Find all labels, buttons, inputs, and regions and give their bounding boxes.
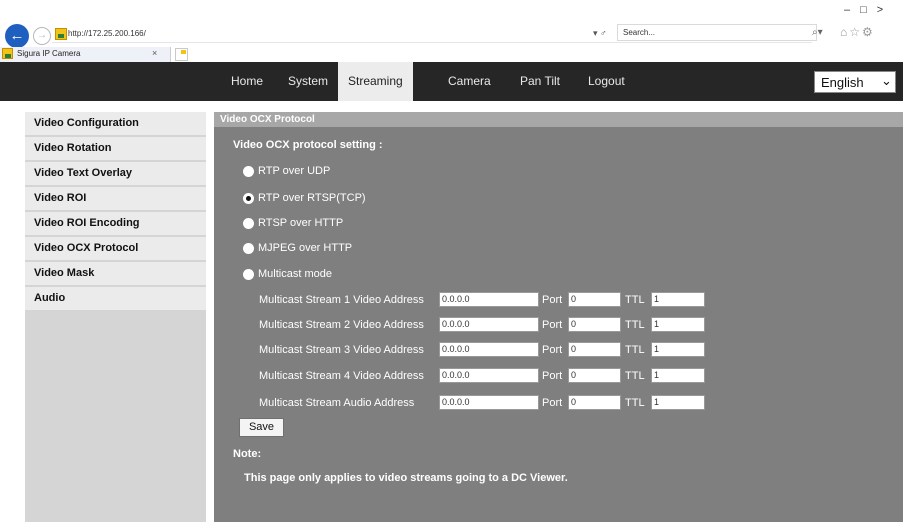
tab-title: Sigura IP Camera bbox=[17, 49, 81, 58]
multicast-address-input[interactable]: 0.0.0.0 bbox=[439, 395, 539, 410]
tab-close-icon[interactable]: × bbox=[152, 48, 157, 58]
note-text: This page only applies to video streams … bbox=[244, 472, 568, 484]
radio-button[interactable] bbox=[243, 269, 254, 280]
radio-button[interactable] bbox=[243, 166, 254, 177]
multicast-address-input[interactable]: 0.0.0.0 bbox=[439, 317, 539, 332]
nav-pan-tilt[interactable]: Pan Tilt bbox=[520, 62, 560, 101]
back-arrow-icon[interactable]: ← bbox=[5, 24, 29, 48]
sidebar-item-video-rotation[interactable]: Video Rotation bbox=[25, 137, 206, 160]
sidebar-item-video-roi[interactable]: Video ROI bbox=[25, 187, 206, 210]
sidebar-item-video-mask[interactable]: Video Mask bbox=[25, 262, 206, 285]
window-controls[interactable]: –□> bbox=[844, 4, 893, 16]
top-navigation: Home System Streaming Camera Pan Tilt Lo… bbox=[0, 62, 903, 101]
save-button[interactable]: Save bbox=[239, 418, 284, 437]
port-input[interactable]: 0 bbox=[568, 317, 621, 332]
radio-label: RTSP over HTTP bbox=[258, 217, 344, 229]
ttl-label: TTL bbox=[625, 397, 645, 409]
browser-tab[interactable]: Sigura IP Camera × bbox=[0, 47, 171, 62]
port-input[interactable]: 0 bbox=[568, 368, 621, 383]
tab-favicon-icon bbox=[2, 48, 13, 59]
ttl-label: TTL bbox=[625, 294, 645, 306]
port-input[interactable]: 0 bbox=[568, 342, 621, 357]
port-label: Port bbox=[542, 397, 563, 409]
site-favicon-icon bbox=[55, 28, 67, 40]
port-label: Port bbox=[542, 370, 563, 382]
address-bar-url[interactable]: http://172.25.200.166/ bbox=[68, 29, 146, 38]
new-tab-icon[interactable] bbox=[175, 48, 188, 61]
browser-search-box[interactable]: Search... bbox=[617, 24, 817, 41]
radio-label: RTP over UDP bbox=[258, 165, 331, 177]
forward-arrow-icon[interactable]: → bbox=[33, 27, 51, 45]
port-label: Port bbox=[542, 344, 563, 356]
multicast-label: Multicast Stream 1 Video Address bbox=[259, 294, 424, 306]
search-icon[interactable]: ⌕▾ bbox=[812, 27, 823, 38]
sidebar-item-video-roi-encoding[interactable]: Video ROI Encoding bbox=[25, 212, 206, 235]
multicast-label: Multicast Stream Audio Address bbox=[259, 397, 415, 409]
ttl-input[interactable]: 1 bbox=[651, 317, 705, 332]
sidebar-item-video-ocx-protocol[interactable]: Video OCX Protocol bbox=[25, 237, 206, 260]
multicast-row-stream-1: Multicast Stream 1 Video Address 0.0.0.0… bbox=[214, 292, 903, 308]
port-label: Port bbox=[542, 319, 563, 331]
sidebar-item-video-text-overlay[interactable]: Video Text Overlay bbox=[25, 162, 206, 185]
ttl-label: TTL bbox=[625, 370, 645, 382]
radio-label: MJPEG over HTTP bbox=[258, 242, 353, 254]
radio-button[interactable] bbox=[243, 243, 254, 254]
multicast-row-stream-2: Multicast Stream 2 Video Address 0.0.0.0… bbox=[214, 317, 903, 333]
ttl-label: TTL bbox=[625, 319, 645, 331]
ttl-input[interactable]: 1 bbox=[651, 292, 705, 307]
multicast-label: Multicast Stream 2 Video Address bbox=[259, 319, 424, 331]
setting-title: Video OCX protocol setting : bbox=[233, 139, 383, 151]
radio-label: RTP over RTSP(TCP) bbox=[258, 192, 366, 204]
multicast-row-stream-4: Multicast Stream 4 Video Address 0.0.0.0… bbox=[214, 368, 903, 384]
multicast-address-input[interactable]: 0.0.0.0 bbox=[439, 292, 539, 307]
page-title: Video OCX Protocol bbox=[214, 112, 903, 127]
address-divider bbox=[52, 42, 812, 43]
multicast-address-input[interactable]: 0.0.0.0 bbox=[439, 368, 539, 383]
nav-logout[interactable]: Logout bbox=[588, 62, 625, 101]
sidebar: Video Configuration Video Rotation Video… bbox=[25, 112, 206, 522]
main-panel: Video OCX Protocol Video OCX protocol se… bbox=[214, 112, 903, 522]
nav-camera[interactable]: Camera bbox=[448, 62, 491, 101]
language-select[interactable]: English ⌄ bbox=[814, 71, 896, 93]
port-label: Port bbox=[542, 294, 563, 306]
chevron-down-icon: ⌄ bbox=[881, 73, 892, 88]
multicast-label: Multicast Stream 3 Video Address bbox=[259, 344, 424, 356]
ttl-input[interactable]: 1 bbox=[651, 342, 705, 357]
radio-button[interactable] bbox=[243, 218, 254, 229]
multicast-label: Multicast Stream 4 Video Address bbox=[259, 370, 424, 382]
nav-system[interactable]: System bbox=[288, 62, 328, 101]
multicast-row-stream-3: Multicast Stream 3 Video Address 0.0.0.0… bbox=[214, 342, 903, 358]
radio-label: Multicast mode bbox=[258, 268, 332, 280]
home-favorites-settings-icons[interactable]: ⌂☆⚙ bbox=[840, 25, 875, 39]
browser-search-placeholder: Search... bbox=[623, 28, 656, 37]
note-label: Note: bbox=[233, 448, 262, 460]
ttl-input[interactable]: 1 bbox=[651, 368, 705, 383]
port-input[interactable]: 0 bbox=[568, 292, 621, 307]
multicast-address-input[interactable]: 0.0.0.0 bbox=[439, 342, 539, 357]
language-value: English bbox=[821, 75, 864, 90]
nav-home[interactable]: Home bbox=[231, 62, 263, 101]
nav-streaming[interactable]: Streaming bbox=[338, 62, 413, 101]
ttl-input[interactable]: 1 bbox=[651, 395, 705, 410]
radio-button-checked[interactable] bbox=[243, 193, 254, 204]
port-input[interactable]: 0 bbox=[568, 395, 621, 410]
multicast-row-audio: Multicast Stream Audio Address 0.0.0.0 P… bbox=[214, 395, 903, 411]
sidebar-item-audio[interactable]: Audio bbox=[25, 287, 206, 310]
sidebar-item-video-configuration[interactable]: Video Configuration bbox=[25, 112, 206, 135]
browser-chrome: –□> ← → http://172.25.200.166/ ▾ ♂ Searc… bbox=[0, 0, 903, 62]
address-dropdown-refresh-icon[interactable]: ▾ ♂ bbox=[593, 28, 607, 39]
ttl-label: TTL bbox=[625, 344, 645, 356]
